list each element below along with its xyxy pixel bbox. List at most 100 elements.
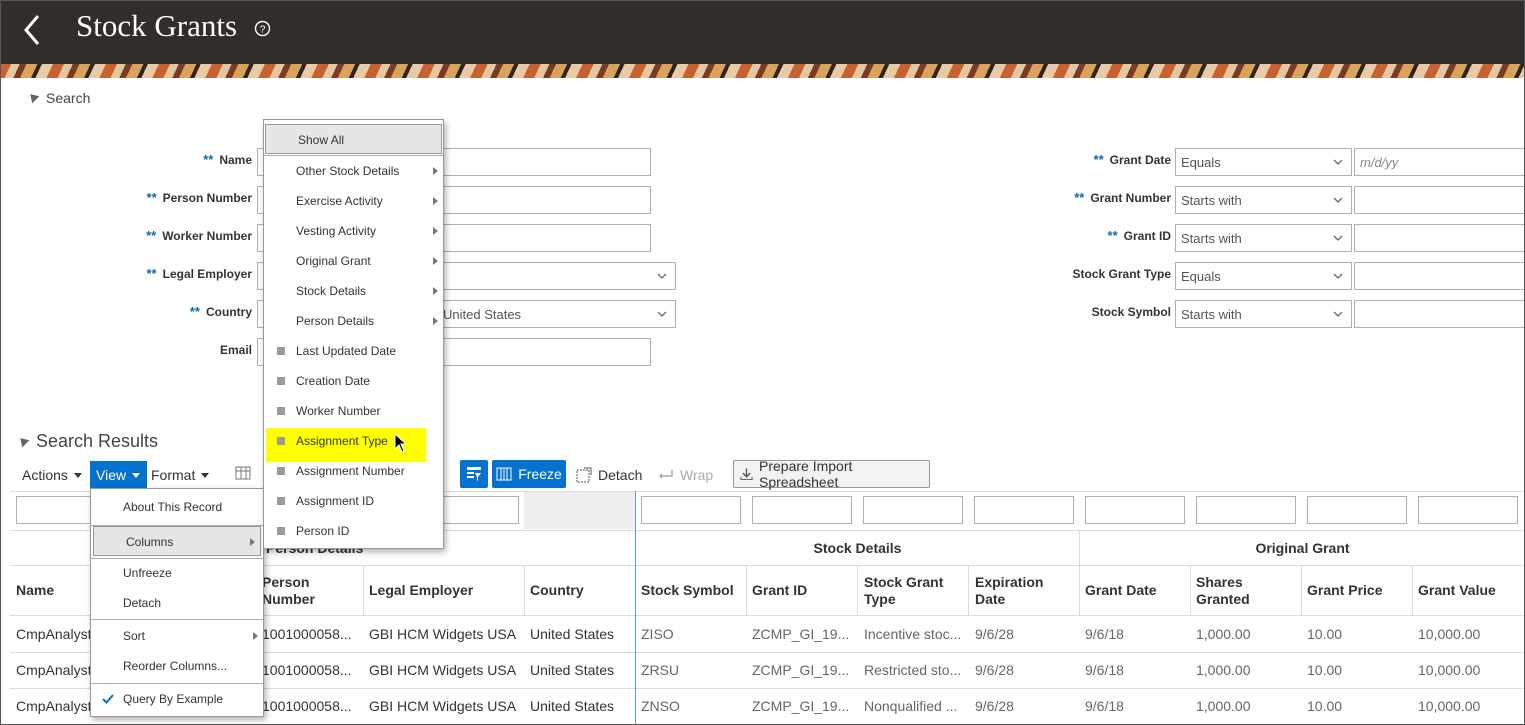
stock-grant-type-label: Stock Grant Type (1072, 267, 1171, 281)
mouse-cursor-icon (394, 433, 408, 453)
cell-grant-id: ZCMP_GI_19... (752, 626, 850, 642)
grant-id-input[interactable] (1354, 224, 1525, 252)
submenu-arrow-icon (433, 197, 438, 205)
columns-icon[interactable] (235, 466, 253, 482)
format-menu-button[interactable]: Format (151, 461, 210, 489)
stock-grant-type-operator[interactable]: Equals (1175, 262, 1352, 290)
cell-legal-employer: GBI HCM Widgets USA (369, 626, 517, 642)
col-grant-value[interactable]: Grant Value (1418, 582, 1496, 599)
col-shares-granted[interactable]: Shares Granted (1196, 574, 1250, 608)
country-select-value: United States (443, 307, 522, 322)
cell-grant-value: 10,000.00 (1418, 662, 1481, 678)
cell-grant-id: ZCMP_GI_19... (752, 698, 850, 714)
qbe-country-input[interactable] (440, 496, 519, 524)
detach-button[interactable]: Detach (576, 461, 642, 489)
col-person-number[interactable]: Person Number (262, 574, 315, 608)
cell-stock-grant-type: Restricted sto... (864, 662, 962, 678)
cell-expiration-date: 9/6/28 (975, 626, 1014, 642)
view-menu-button[interactable]: View (90, 461, 147, 489)
menu-item-assignment-id[interactable]: Assignment ID (264, 486, 443, 516)
cell-grant-value: 10,000.00 (1418, 698, 1481, 714)
help-icon[interactable]: ? (254, 20, 271, 37)
stock-symbol-label: Stock Symbol (1091, 305, 1171, 319)
col-stock-grant-type[interactable]: Stock Grant Type (864, 574, 943, 608)
actions-menu-button[interactable]: Actions (22, 461, 82, 489)
chevron-down-icon (1333, 159, 1343, 165)
stock-symbol-input[interactable] (1354, 300, 1525, 328)
qbe-grant-id-input[interactable] (752, 496, 852, 524)
grant-id-label: ** Grant ID (1107, 228, 1171, 243)
menu-item-other-stock-details[interactable]: Other Stock Details (264, 156, 443, 186)
grant-number-operator[interactable]: Starts with (1175, 186, 1352, 214)
legal-employer-label: ** Legal Employer (146, 266, 253, 281)
submenu-arrow-icon (250, 538, 255, 546)
qbe-grant-value-input[interactable] (1418, 496, 1518, 524)
menu-item-reorder-columns[interactable]: Reorder Columns... (91, 651, 263, 681)
grant-date-input[interactable]: m/d/yy (1354, 148, 1525, 176)
prepare-import-spreadsheet-button[interactable]: Prepare Import Spreadsheet (733, 458, 930, 490)
search-section-toggle[interactable]: Search (26, 90, 90, 106)
menu-item-stock-details[interactable]: Stock Details (264, 276, 443, 306)
unchecked-box-icon (277, 347, 285, 355)
cell-stock-grant-type: Nonqualified ... (864, 698, 958, 714)
cell-grant-value: 10,000.00 (1418, 626, 1481, 642)
cell-person-number: 1001000058... (262, 698, 352, 714)
menu-item-original-grant[interactable]: Original Grant (264, 246, 443, 276)
qbe-expiration-date-input[interactable] (974, 496, 1074, 524)
cell-name: CmpAnalyst (16, 662, 92, 678)
menu-item-query-by-example[interactable]: Query By Example (91, 684, 263, 714)
menu-item-about-this-record[interactable]: About This Record (91, 492, 263, 522)
menu-item-creation-date[interactable]: Creation Date (264, 366, 443, 396)
qbe-grant-date-input[interactable] (1085, 496, 1185, 524)
submenu-arrow-icon (433, 317, 438, 325)
menu-item-sort[interactable]: Sort (91, 621, 263, 651)
results-section-toggle[interactable]: Search Results (16, 431, 158, 452)
menu-item-unfreeze[interactable]: Unfreeze (91, 558, 263, 588)
qbe-name-input[interactable] (16, 496, 96, 524)
menu-item-worker-number[interactable]: Worker Number (264, 396, 443, 426)
qbe-stock-symbol-input[interactable] (641, 496, 741, 524)
wrap-icon (659, 470, 673, 479)
menu-item-assignment-number[interactable]: Assignment Number (264, 456, 443, 486)
cell-stock-symbol: ZRSU (641, 662, 680, 678)
cell-stock-grant-type: Incentive stoc... (864, 626, 962, 642)
query-by-example-button[interactable] (460, 460, 488, 488)
menu-item-columns[interactable]: Columns (93, 526, 261, 556)
menu-item-last-updated-date[interactable]: Last Updated Date (264, 336, 443, 366)
back-arrow-icon[interactable] (18, 10, 48, 50)
col-legal-employer[interactable]: Legal Employer (369, 582, 473, 599)
grant-date-operator[interactable]: Equals (1175, 148, 1352, 176)
unchecked-box-icon (277, 437, 285, 445)
grant-date-label: ** Grant Date (1093, 152, 1171, 167)
col-country[interactable]: Country (530, 582, 584, 599)
freeze-button[interactable]: Freeze (492, 460, 566, 488)
menu-item-exercise-activity[interactable]: Exercise Activity (264, 186, 443, 216)
qbe-stock-grant-type-input[interactable] (863, 496, 963, 524)
menu-item-show-all[interactable]: Show All (265, 124, 442, 154)
qbe-blank-cell (524, 491, 635, 529)
col-expiration-date[interactable]: Expiration Date (975, 574, 1043, 608)
menu-item-person-id[interactable]: Person ID (264, 516, 443, 546)
col-grant-id[interactable]: Grant ID (752, 582, 807, 599)
cell-country: United States (530, 662, 615, 678)
col-grant-date[interactable]: Grant Date (1085, 582, 1157, 599)
col-stock-symbol[interactable]: Stock Symbol (641, 582, 734, 599)
grant-id-operator[interactable]: Starts with (1175, 224, 1352, 252)
menu-item-vesting-activity[interactable]: Vesting Activity (264, 216, 443, 246)
col-grant-price[interactable]: Grant Price (1307, 582, 1382, 599)
menu-item-detach[interactable]: Detach (91, 588, 263, 618)
filter-table-icon (467, 467, 481, 481)
col-name[interactable]: Name (16, 582, 54, 599)
wrap-button[interactable]: Wrap (658, 461, 713, 489)
cell-stock-symbol: ZNSO (641, 698, 680, 714)
cell-shares-granted: 1,000.00 (1196, 626, 1251, 642)
qbe-shares-granted-input[interactable] (1196, 496, 1296, 524)
cell-grant-date: 9/6/18 (1085, 698, 1124, 714)
menu-item-person-details[interactable]: Person Details (264, 306, 443, 336)
stock-symbol-operator[interactable]: Starts with (1175, 300, 1352, 328)
decorative-banner (0, 64, 1525, 78)
stock-grant-type-input[interactable] (1354, 262, 1525, 290)
qbe-grant-price-input[interactable] (1307, 496, 1407, 524)
grant-number-input[interactable] (1354, 186, 1525, 214)
worker-number-label: ** Worker Number (146, 228, 252, 243)
